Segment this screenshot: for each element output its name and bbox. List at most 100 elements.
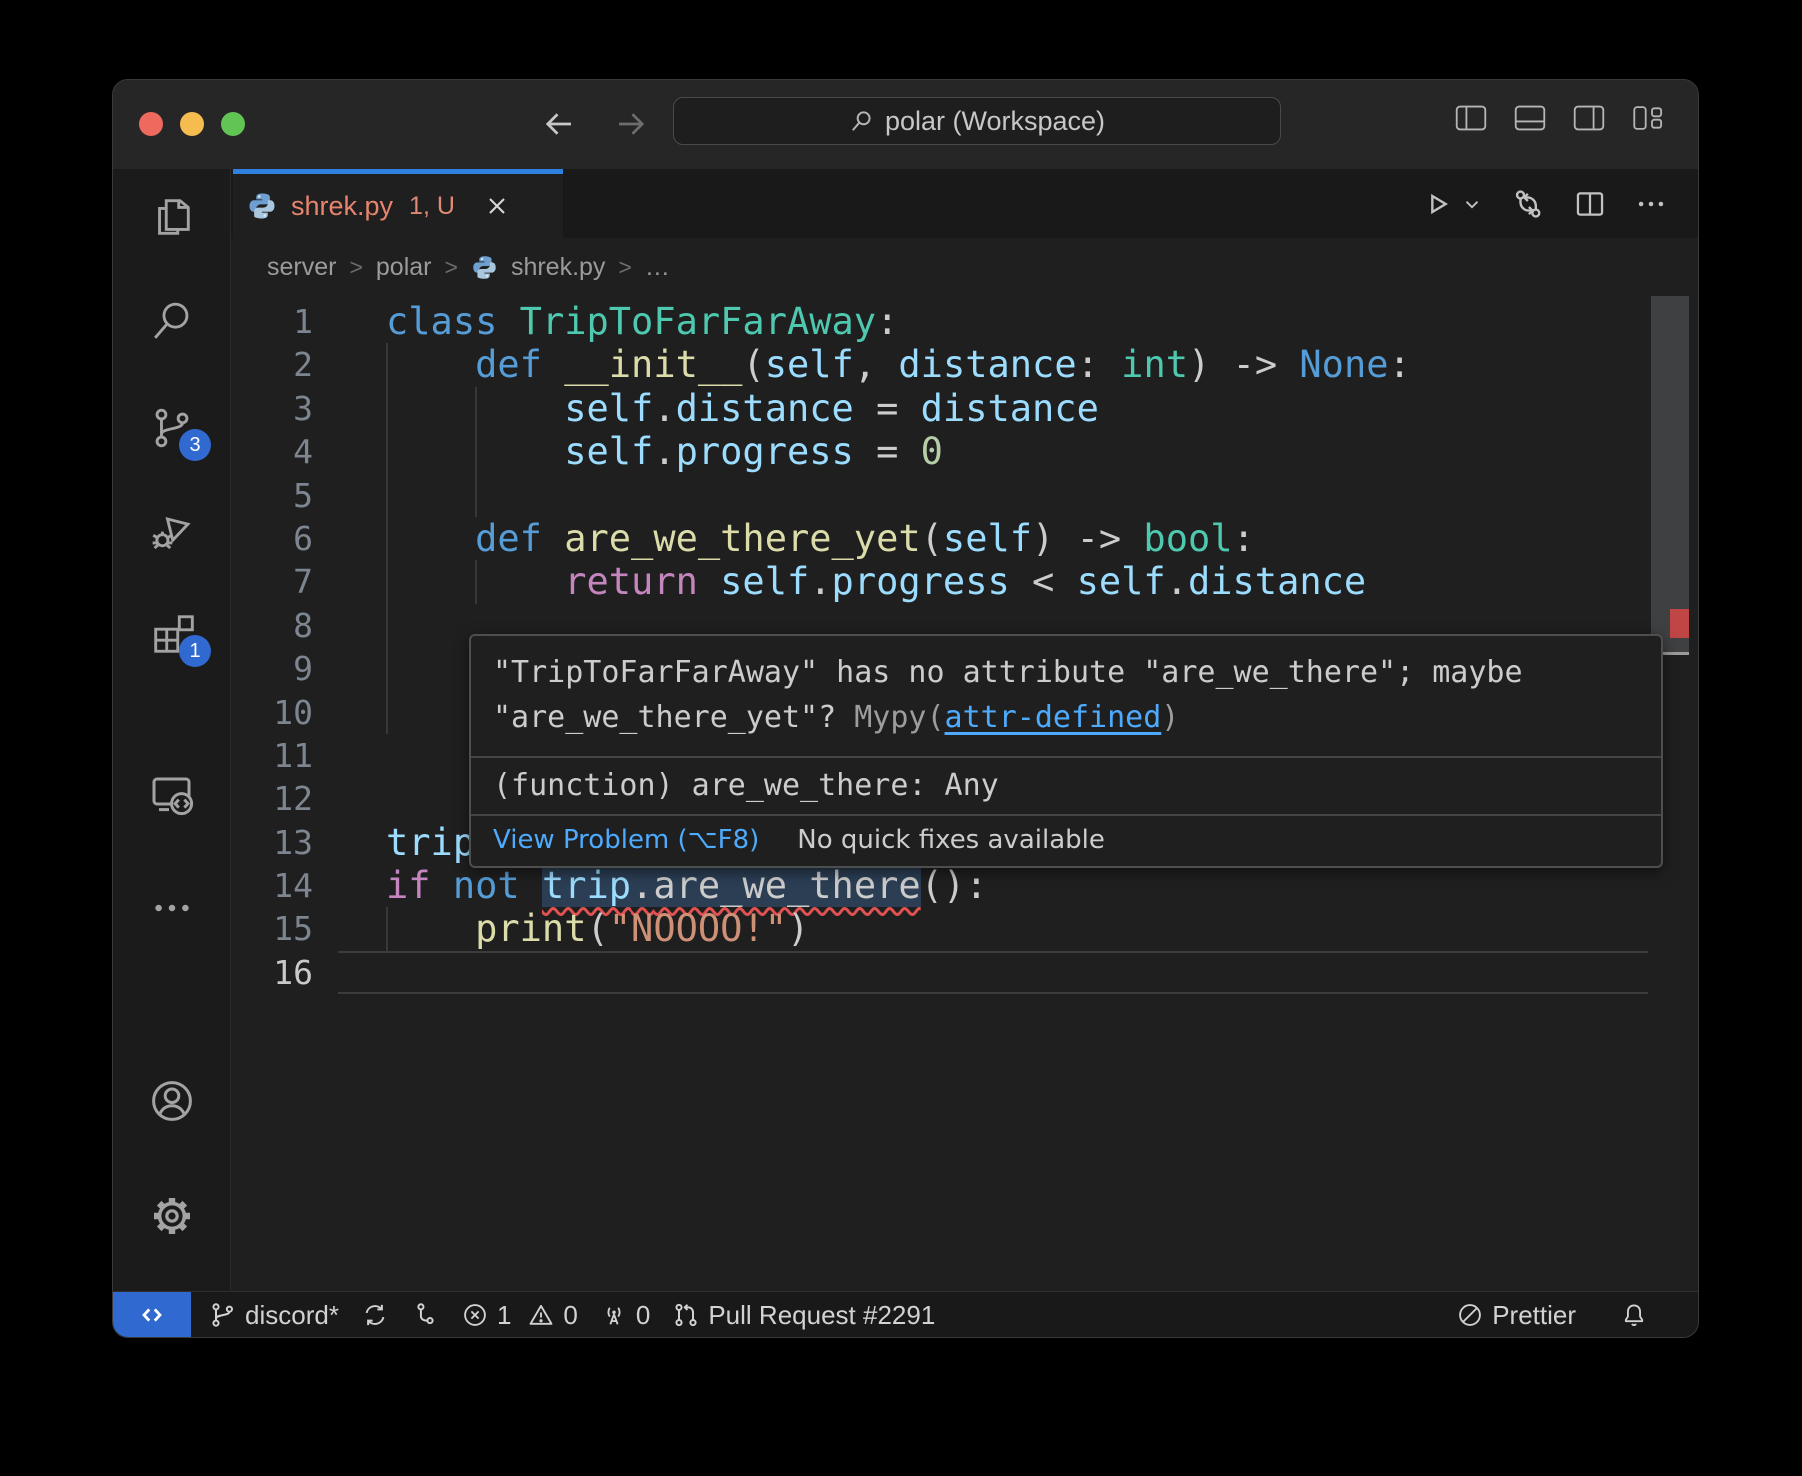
code-token: def <box>475 343 542 386</box>
code-line-4[interactable]: self.progress = 0 <box>338 430 1648 473</box>
code-token: TripToFarFarAway <box>520 300 876 343</box>
line-number: 1 <box>231 300 313 343</box>
indent-guide <box>475 430 477 473</box>
chevron-right-icon: > <box>618 254 631 281</box>
code-line-1[interactable]: class TripToFarFarAway: <box>338 300 1648 343</box>
code-token: "NOOOO!" <box>609 907 787 950</box>
code-line-3[interactable]: self.distance = distance <box>338 387 1648 430</box>
code-token: ( <box>921 517 943 560</box>
git-branch-item[interactable]: discord* <box>209 1300 339 1331</box>
toggle-panel-icon[interactable] <box>1514 104 1546 132</box>
run-python-file-button[interactable] <box>1421 188 1483 220</box>
code-token: progress <box>832 560 1010 603</box>
code-token: self <box>564 387 653 430</box>
more-views-icon[interactable] <box>113 865 231 951</box>
code-token: return <box>564 560 698 603</box>
remote-icon <box>137 1300 167 1330</box>
error-squiggle-span[interactable]: trip.are_we_there <box>542 864 921 907</box>
source-control-icon[interactable]: 3 <box>113 385 231 471</box>
code-line-7[interactable]: return self.progress < self.distance <box>338 560 1648 603</box>
slash-circle-icon <box>1456 1301 1484 1329</box>
line-number-gutter: 12345678910111213141516 <box>231 300 313 994</box>
commit-graph-icon[interactable] <box>411 1301 439 1329</box>
chevron-right-icon: > <box>349 254 362 281</box>
view-problem-link[interactable]: View Problem (⌥F8) <box>493 825 759 855</box>
code-token: int <box>1121 343 1188 386</box>
search-view-icon[interactable] <box>113 278 231 364</box>
remote-indicator[interactable] <box>113 1292 191 1338</box>
traffic-lights <box>139 112 245 136</box>
code-line-2[interactable]: def __init__(self, distance: int) -> Non… <box>338 343 1648 386</box>
breadcrumb-symbol[interactable]: … <box>645 253 670 282</box>
code-token <box>542 517 564 560</box>
back-arrow-icon[interactable] <box>541 106 577 142</box>
tab-close-icon[interactable] <box>483 192 511 220</box>
code-token: . <box>631 864 653 907</box>
breadcrumb-polar[interactable]: polar <box>376 253 432 282</box>
code-token: are_we_there_yet <box>564 517 920 560</box>
branch-icon <box>209 1301 237 1329</box>
pull-request-item[interactable]: Pull Request #2291 <box>672 1300 935 1331</box>
code-token: , <box>854 343 899 386</box>
code-line-5[interactable] <box>338 474 1648 517</box>
line-number: 16 <box>231 951 313 994</box>
command-center-search[interactable]: polar (Workspace) <box>673 97 1281 145</box>
problems-item[interactable]: 1 0 <box>461 1300 578 1331</box>
symbol-signature: (function) are_we_there: Any <box>471 756 1661 814</box>
code-token: ) <box>1032 517 1077 560</box>
split-editor-icon[interactable] <box>1573 187 1607 221</box>
notifications-bell-icon[interactable] <box>1620 1301 1648 1329</box>
breadcrumb-file[interactable]: shrek.py <box>511 253 605 282</box>
code-token: : <box>1233 517 1255 560</box>
code-token: : <box>1077 343 1122 386</box>
code-line-16[interactable] <box>338 951 1648 994</box>
remote-explorer-icon[interactable] <box>113 751 231 837</box>
customize-layout-icon[interactable] <box>1632 104 1664 132</box>
more-actions-icon[interactable] <box>1634 187 1668 221</box>
code-line-15[interactable]: print("NOOOO!") <box>338 907 1648 950</box>
attr-defined-link[interactable]: attr-defined <box>945 700 1162 735</box>
line-number: 3 <box>231 387 313 430</box>
ports-item[interactable]: 0 <box>600 1300 650 1331</box>
prettier-label: Prettier <box>1492 1300 1576 1331</box>
forward-arrow-icon[interactable] <box>613 106 649 142</box>
account-icon[interactable] <box>113 1058 231 1144</box>
zoom-window-button[interactable] <box>221 112 245 136</box>
minimize-window-button[interactable] <box>180 112 204 136</box>
toggle-secondary-sidebar-icon[interactable] <box>1573 104 1605 132</box>
code-token: if <box>386 864 431 907</box>
code-token: -> <box>1077 517 1144 560</box>
settings-gear-icon[interactable] <box>113 1173 231 1259</box>
line-number: 11 <box>231 734 313 777</box>
python-file-icon <box>471 254 498 281</box>
explorer-icon[interactable] <box>113 174 231 260</box>
indent-guide <box>386 604 388 647</box>
code-token: self <box>765 343 854 386</box>
prettier-item[interactable]: Prettier <box>1456 1300 1576 1331</box>
code-token: None <box>1299 343 1388 386</box>
editor[interactable]: 12345678910111213141516 class TripToFarF… <box>231 296 1698 1291</box>
open-changes-icon[interactable] <box>1510 186 1546 222</box>
code-token: ) <box>787 907 809 950</box>
code-line-14[interactable]: if not trip.are_we_there(): <box>338 864 1648 907</box>
code-token: . <box>653 430 675 473</box>
run-debug-icon[interactable] <box>113 488 231 574</box>
code-line-6[interactable]: def are_we_there_yet(self) -> bool: <box>338 517 1648 560</box>
python-file-icon <box>247 191 277 221</box>
extensions-icon[interactable]: 1 <box>113 591 231 677</box>
code-token: trip <box>386 821 475 864</box>
toggle-primary-sidebar-icon[interactable] <box>1455 104 1487 132</box>
diagnostic-message: "TripToFarFarAway" has no attribute "are… <box>471 636 1661 756</box>
line-number: 10 <box>231 691 313 734</box>
source-control-badge: 3 <box>179 429 211 461</box>
tab-strip: shrek.py 1, U <box>231 169 1698 238</box>
code-token: self <box>943 517 1032 560</box>
code-token: . <box>809 560 831 603</box>
scrollbar-thumb[interactable] <box>1651 296 1689 655</box>
sync-icon[interactable] <box>361 1301 389 1329</box>
close-window-button[interactable] <box>139 112 163 136</box>
breadcrumb-server[interactable]: server <box>267 253 336 282</box>
code-token: def <box>475 517 542 560</box>
tab-shrek-py[interactable]: shrek.py 1, U <box>233 169 563 238</box>
extensions-badge: 1 <box>179 635 211 667</box>
